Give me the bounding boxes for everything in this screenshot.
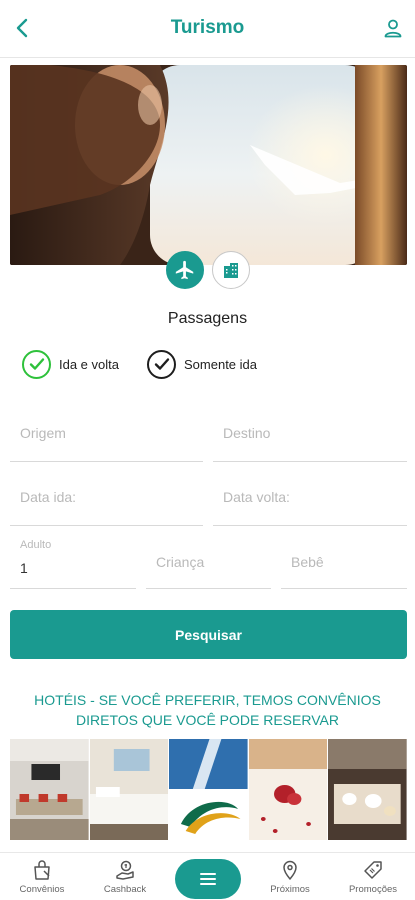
destination-field[interactable]: Destino	[213, 412, 407, 462]
main-menu-button[interactable]	[175, 859, 241, 899]
infants-field[interactable]: Bebê	[281, 536, 407, 589]
check-circle-icon	[147, 349, 176, 379]
nav-cashback-label: Cashback	[103, 884, 147, 895]
profile-button[interactable]	[379, 14, 407, 42]
round-trip-label: Ida e volta	[59, 356, 119, 372]
check-circle-icon	[22, 349, 51, 379]
promo-line-1: HOTÉIS - SE VOCÊ PREFERIR, TEMOS CONVÊNI…	[34, 692, 381, 708]
airplane-icon	[175, 260, 194, 280]
location-pin-icon	[283, 860, 297, 880]
flights-mode-button[interactable]	[166, 251, 204, 289]
nav-proximos[interactable]: Próximos	[255, 859, 325, 895]
page-title: Turismo	[170, 17, 245, 38]
hotels-mode-button[interactable]	[212, 251, 250, 289]
origin-placeholder: Origem	[20, 425, 66, 441]
nav-cashback[interactable]: Cashback	[90, 859, 160, 895]
one-way-option[interactable]: Somente ida	[147, 349, 257, 379]
hotel-image-bedroom[interactable]	[89, 739, 169, 840]
hotel-building-icon	[224, 263, 238, 278]
hotel-image-breakfast[interactable]	[328, 739, 407, 840]
hotel-image-building-logo[interactable]	[169, 739, 248, 840]
return-date-field[interactable]: Data volta:	[213, 476, 407, 526]
infants-placeholder: Bebê	[291, 554, 324, 570]
nav-convenios-label: Convênios	[19, 884, 65, 895]
store-bag-icon	[34, 860, 50, 880]
search-button[interactable]: Pesquisar	[10, 610, 407, 659]
nav-proximos-label: Próximos	[270, 884, 310, 895]
adults-field[interactable]: Adulto 1	[10, 536, 136, 589]
departure-date-field[interactable]: Data ida:	[10, 476, 203, 526]
cashback-icon	[116, 860, 134, 880]
nav-convenios[interactable]: Convênios	[7, 859, 77, 895]
user-icon	[384, 19, 402, 38]
top-app-bar: Turismo	[0, 0, 415, 58]
section-title: Passagens	[167, 310, 248, 327]
hotel-image-meeting-room[interactable]	[10, 739, 89, 840]
nav-promocoes[interactable]: Promoções	[338, 859, 408, 895]
children-field[interactable]: Criança	[146, 536, 271, 589]
promo-line-2: DIRETOS QUE VOCÊ PODE RESERVAR	[76, 712, 339, 728]
hamburger-menu-icon	[200, 873, 216, 885]
hotel-images-strip[interactable]	[10, 739, 407, 840]
hotels-promo-text: HOTÉIS - SE VOCÊ PREFERIR, TEMOS CONVÊNI…	[20, 690, 395, 730]
adults-value: 1	[20, 560, 28, 576]
round-trip-option[interactable]: Ida e volta	[22, 349, 119, 379]
return-date-placeholder: Data volta:	[223, 489, 290, 505]
price-tag-icon	[364, 861, 382, 879]
destination-placeholder: Destino	[223, 425, 271, 441]
origin-field[interactable]: Origem	[10, 412, 203, 462]
nav-promocoes-label: Promoções	[348, 884, 398, 895]
airplane-window-image	[10, 65, 407, 265]
children-placeholder: Criança	[156, 554, 205, 570]
adults-label: Adulto	[20, 539, 52, 551]
hero-image	[10, 65, 407, 265]
one-way-label: Somente ida	[184, 356, 257, 372]
hotel-image-roses-bed[interactable]	[248, 739, 328, 840]
departure-date-placeholder: Data ida:	[20, 489, 77, 505]
